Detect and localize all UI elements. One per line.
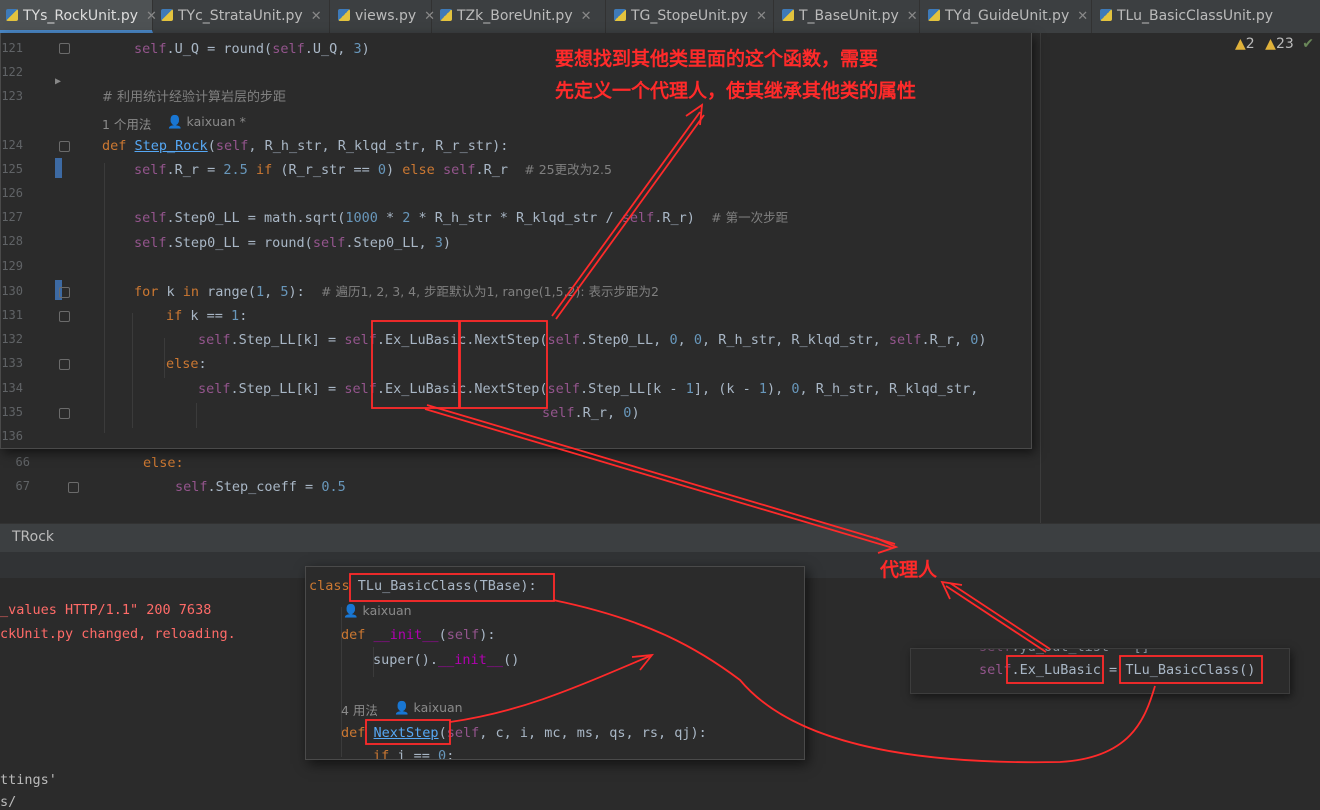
code-line-super: super().__init__() — [373, 652, 520, 668]
usage-hint[interactable]: 1 个用法 — [102, 114, 151, 133]
author-hint[interactable]: 👤 kaixuan * — [167, 114, 246, 130]
fold-icon[interactable] — [59, 43, 70, 54]
console-line: ttings' — [0, 772, 57, 788]
code-line-init: def __init__(self): — [341, 627, 496, 643]
editor-tab-bar: TYs_RockUnit.py ✕ TYc_StrataUnit.py ✕ view… — [0, 0, 1320, 34]
code-line-def-step-rock: def Step_Rock(self, R_h_str, R_klqd_str,… — [102, 138, 509, 154]
line-number: 136 — [1, 429, 23, 443]
line-number: 125 — [1, 162, 23, 176]
line-number: 131 — [1, 308, 23, 322]
indent-guide — [132, 313, 133, 428]
line-number: 130 — [1, 284, 23, 298]
line-number: 127 — [1, 210, 23, 224]
code-line-for: for k in range(1, 5): # 遍历1, 2, 3, 4, 步距… — [134, 284, 660, 300]
expand-arrow-icon[interactable]: ▶ — [55, 76, 61, 87]
python-file-icon — [161, 9, 173, 21]
line-number: 66 — [15, 455, 30, 469]
code-line-step0-sqrt: self.Step0_LL = math.sqrt(1000 * 2 * R_h… — [134, 210, 789, 226]
code-line: self.Step_coeff = 0.5 — [175, 479, 346, 495]
check-icon: ✔ — [1302, 36, 1314, 52]
warning-icon: ▲ — [1235, 36, 1246, 52]
tab-tyd-guideunit[interactable]: TYd_GuideUnit.py ✕ — [922, 0, 1092, 33]
fold-icon[interactable] — [59, 408, 70, 419]
tab-tg-stopeunit[interactable]: TG_StopeUnit.py ✕ — [608, 0, 774, 33]
fold-icon[interactable] — [68, 482, 79, 493]
close-icon[interactable]: ✕ — [1077, 9, 1088, 24]
line-number: 132 — [1, 332, 23, 346]
tab-t-baseunit[interactable]: T_BaseUnit.py ✕ — [776, 0, 920, 33]
code-line: else: — [143, 455, 184, 471]
python-file-icon — [614, 9, 626, 21]
indent-guide — [164, 338, 165, 378]
inspection-widget[interactable]: ▲2 ▲23 ✔ — [1235, 36, 1314, 52]
code-line-proxy: self.Ex_LuBasic = TLu_BasicClass() — [979, 662, 1256, 678]
run-tool-window-header[interactable]: TRock — [0, 523, 1320, 553]
user-icon: 👤 — [343, 603, 363, 618]
code-line-else: else: — [166, 356, 207, 372]
fold-icon[interactable] — [59, 287, 70, 298]
indent-guide — [104, 163, 105, 433]
python-file-icon — [928, 9, 940, 21]
code-line-if: if k == 1: — [166, 308, 248, 324]
line-number: 128 — [1, 234, 23, 248]
line-number: 135 — [1, 405, 23, 419]
python-file-icon — [782, 9, 794, 21]
code-line-class: class TLu_BasicClass(TBase): — [309, 578, 537, 594]
tab-tzk-boreunit[interactable]: TZk_BoreUnit.py ✕ — [434, 0, 606, 33]
class-definition-popup: class TLu_BasicClass(TBase): 👤 kaixuan d… — [305, 566, 805, 760]
line-number: 67 — [15, 479, 30, 493]
line-number: 124 — [1, 138, 23, 152]
line-number: 122 — [1, 65, 23, 79]
tab-tlu-basicclassunit[interactable]: TLu_BasicClassUnit.py — [1094, 0, 1320, 33]
code-line-call-1: self.Step_LL[k] = self.Ex_LuBasic.NextSt… — [198, 332, 987, 348]
code-line-if-i: if i == 0: — [373, 748, 455, 760]
code-comment: # 利用统计经验计算岩层的步距 — [102, 90, 287, 105]
tab-tys-rockunit[interactable]: TYs_RockUnit.py ✕ — [0, 0, 157, 33]
fold-icon[interactable] — [59, 141, 70, 152]
console-line: ckUnit.py changed, reloading. — [0, 626, 236, 642]
console-line: s/ — [0, 794, 17, 810]
annotation-proxy-label: 代理人 — [880, 559, 938, 581]
proxy-assignment-popup: self.yd_out_list = [] self.Ex_LuBasic = … — [910, 648, 1290, 694]
python-file-icon — [6, 9, 18, 21]
python-file-icon — [338, 9, 350, 21]
fold-icon[interactable] — [59, 359, 70, 370]
code-line-def-nextstep: def NextStep(self, c, i, mc, ms, qs, rs,… — [341, 725, 707, 741]
code-line-call-2: self.Step_LL[k] = self.Ex_LuBasic.NextSt… — [198, 381, 979, 397]
code-line-call-2-cont: self.R_r, 0) — [542, 405, 640, 421]
line-number: 126 — [1, 186, 23, 200]
user-icon: 👤 — [394, 700, 414, 715]
code-line-step0-round: self.Step0_LL = round(self.Step0_LL, 3) — [134, 235, 452, 251]
usage-hint[interactable]: 4 用法 — [341, 700, 378, 719]
code-line-uq: self.U_Q = round(self.U_Q, 3) — [134, 41, 370, 57]
warning-icon: ▲ — [1265, 36, 1276, 52]
user-icon: 👤 — [167, 114, 187, 129]
close-icon[interactable]: ✕ — [581, 9, 592, 24]
annotation-note-line2: 先定义一个代理人，使其继承其他类的属性 — [555, 80, 917, 102]
close-icon[interactable]: ✕ — [311, 9, 322, 24]
author-hint[interactable]: 👤 kaixuan — [394, 700, 463, 716]
close-icon[interactable]: ✕ — [907, 9, 918, 24]
code-line-rr: self.R_r = 2.5 if (R_r_str == 0) else se… — [134, 162, 612, 178]
line-number: 133 — [1, 356, 23, 370]
change-marker — [55, 158, 62, 178]
author-hint[interactable]: 👤 kaixuan — [343, 603, 412, 619]
python-file-icon — [1100, 9, 1112, 21]
tab-views[interactable]: views.py ✕ — [332, 0, 435, 33]
python-file-icon — [440, 9, 452, 21]
line-number: 129 — [1, 259, 23, 273]
close-icon[interactable]: ✕ — [756, 9, 767, 24]
line-number: 134 — [1, 381, 23, 395]
fold-icon[interactable] — [59, 311, 70, 322]
annotation-note-line1: 要想找到其他类里面的这个函数，需要 — [555, 48, 879, 70]
line-number: 123 — [1, 89, 23, 103]
line-number: 121 — [1, 41, 23, 55]
tab-tyc-strataunit[interactable]: TYc_StrataUnit.py ✕ — [155, 0, 330, 33]
editor-right-panel — [1040, 33, 1320, 523]
indent-guide — [196, 403, 197, 428]
console-line: _values HTTP/1.1" 200 7638 — [0, 602, 212, 618]
